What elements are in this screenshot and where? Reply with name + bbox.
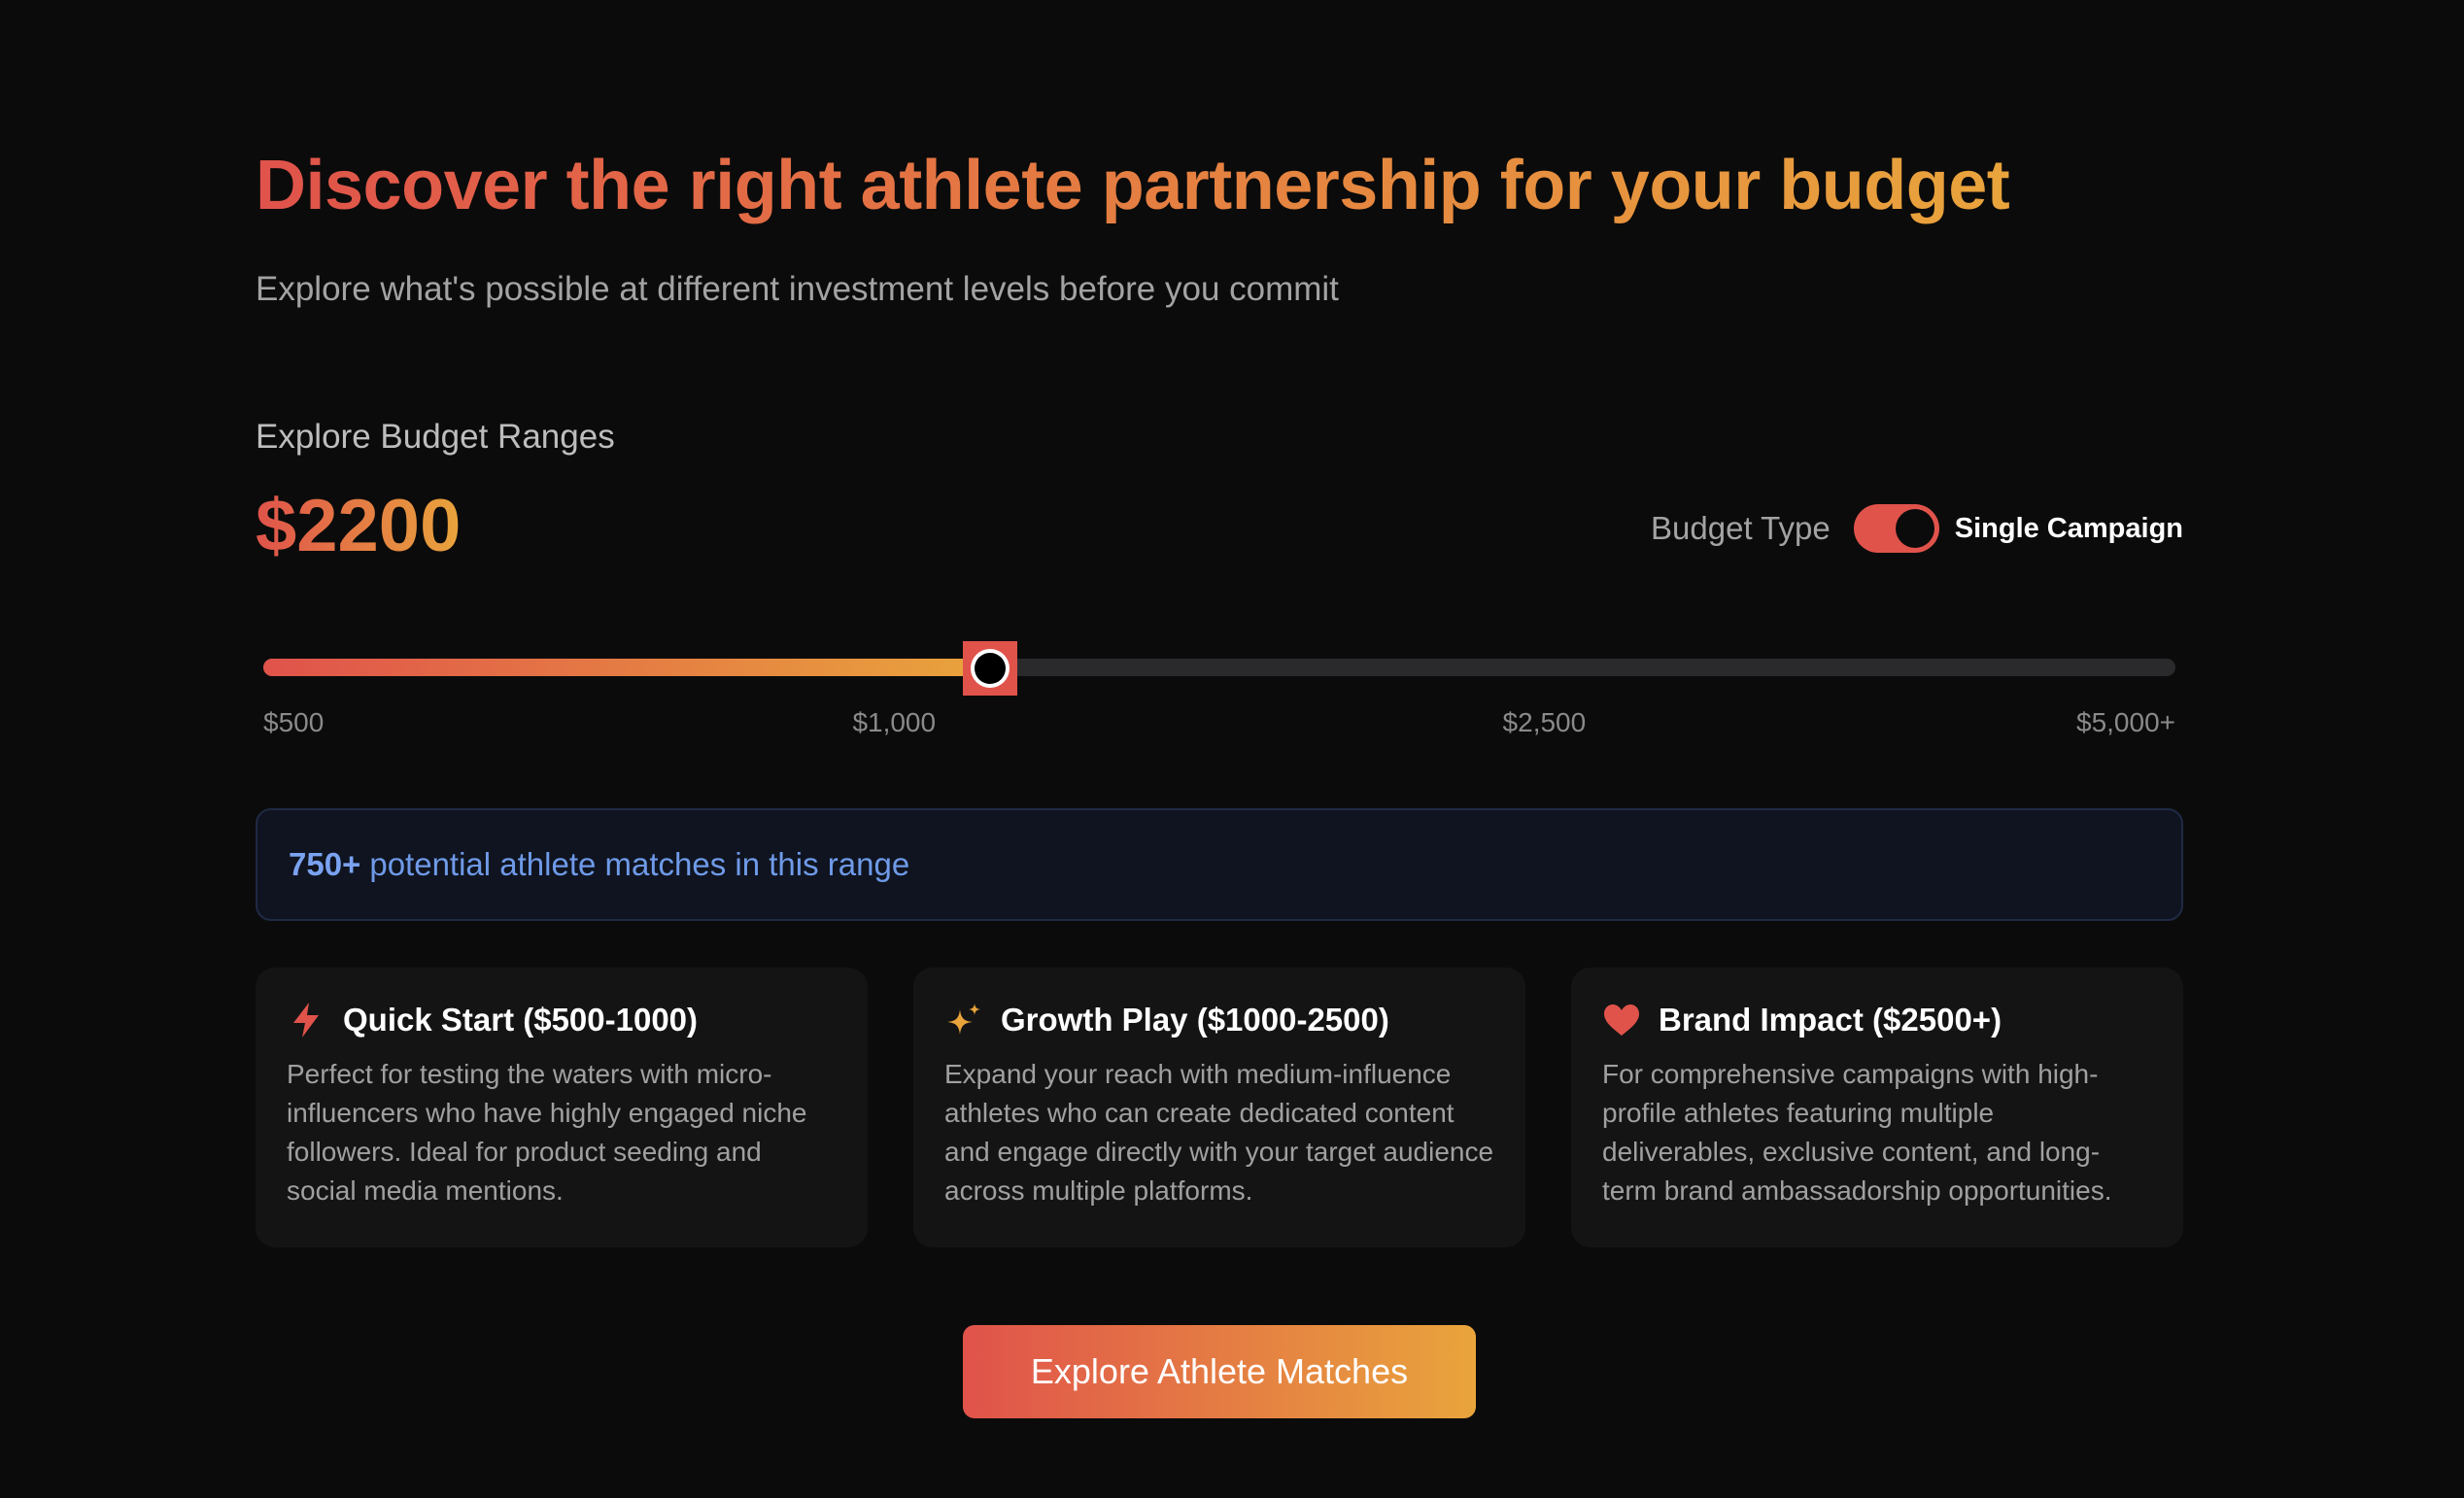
tier-description: For comprehensive campaigns with high-pr… (1602, 1059, 2112, 1206)
tier-card-header: Quick Start ($500-1000) (287, 999, 838, 1041)
tier-card-quick-start: Quick Start ($500-1000) Perfect for test… (256, 968, 868, 1247)
tier-description: Expand your reach with medium-influence … (944, 1059, 1494, 1206)
budget-type-toggle[interactable] (1853, 504, 1939, 553)
page-subtitle: Explore what's possible at different inv… (256, 270, 1339, 308)
page: Discover the right athlete partnership f… (0, 0, 2464, 1498)
budget-type-control: Budget Type Single Campaign (1651, 501, 2183, 556)
tick-label-1000: $1,000 (852, 707, 937, 737)
budget-type-label: Budget Type (1651, 510, 1831, 546)
tick-label-500: $500 (263, 707, 325, 737)
slider-thumb-ring (970, 649, 1010, 688)
heart-icon (1602, 1001, 1641, 1039)
tier-title: Growth Play ($1000-2500) (1001, 1002, 1389, 1038)
toggle-knob (1895, 509, 1934, 548)
slider-thumb-core (974, 653, 1006, 684)
sparkle-icon (944, 1001, 983, 1039)
matches-count: 750+ (289, 846, 361, 882)
tier-cards: Quick Start ($500-1000) Perfect for test… (256, 968, 2183, 1247)
tier-title: Brand Impact ($2500+) (1659, 1002, 2002, 1038)
page-title: Discover the right athlete partnership f… (256, 147, 2010, 224)
budget-slider[interactable] (263, 641, 2175, 696)
tier-card-brand-impact: Brand Impact ($2500+) For comprehensive … (1571, 968, 2183, 1247)
budget-value: $2200 (256, 485, 462, 567)
tick-label-2500: $2,500 (1502, 707, 1587, 737)
tier-card-header: Brand Impact ($2500+) (1602, 999, 2154, 1041)
matches-banner: 750+ potential athlete matches in this r… (256, 808, 2183, 921)
budget-type-value: Single Campaign (1954, 512, 2183, 544)
tier-description: Perfect for testing the waters with micr… (287, 1059, 807, 1206)
budget-section-label: Explore Budget Ranges (256, 418, 615, 456)
tick-label-5000: $5,000+ (2076, 707, 2175, 737)
tier-card-growth-play: Growth Play ($1000-2500) Expand your rea… (913, 968, 1525, 1247)
slider-tick-labels: $500 $1,000 $2,500 $5,000+ (263, 707, 2175, 746)
tier-title: Quick Start ($500-1000) (343, 1002, 699, 1038)
explore-athlete-matches-button[interactable]: Explore Athlete Matches (963, 1325, 1476, 1418)
tier-card-header: Growth Play ($1000-2500) (944, 999, 1496, 1041)
slider-fill (263, 659, 990, 676)
matches-text: potential athlete matches in this range (369, 846, 910, 882)
slider-thumb[interactable] (962, 641, 1017, 696)
lightning-icon (287, 1001, 325, 1039)
